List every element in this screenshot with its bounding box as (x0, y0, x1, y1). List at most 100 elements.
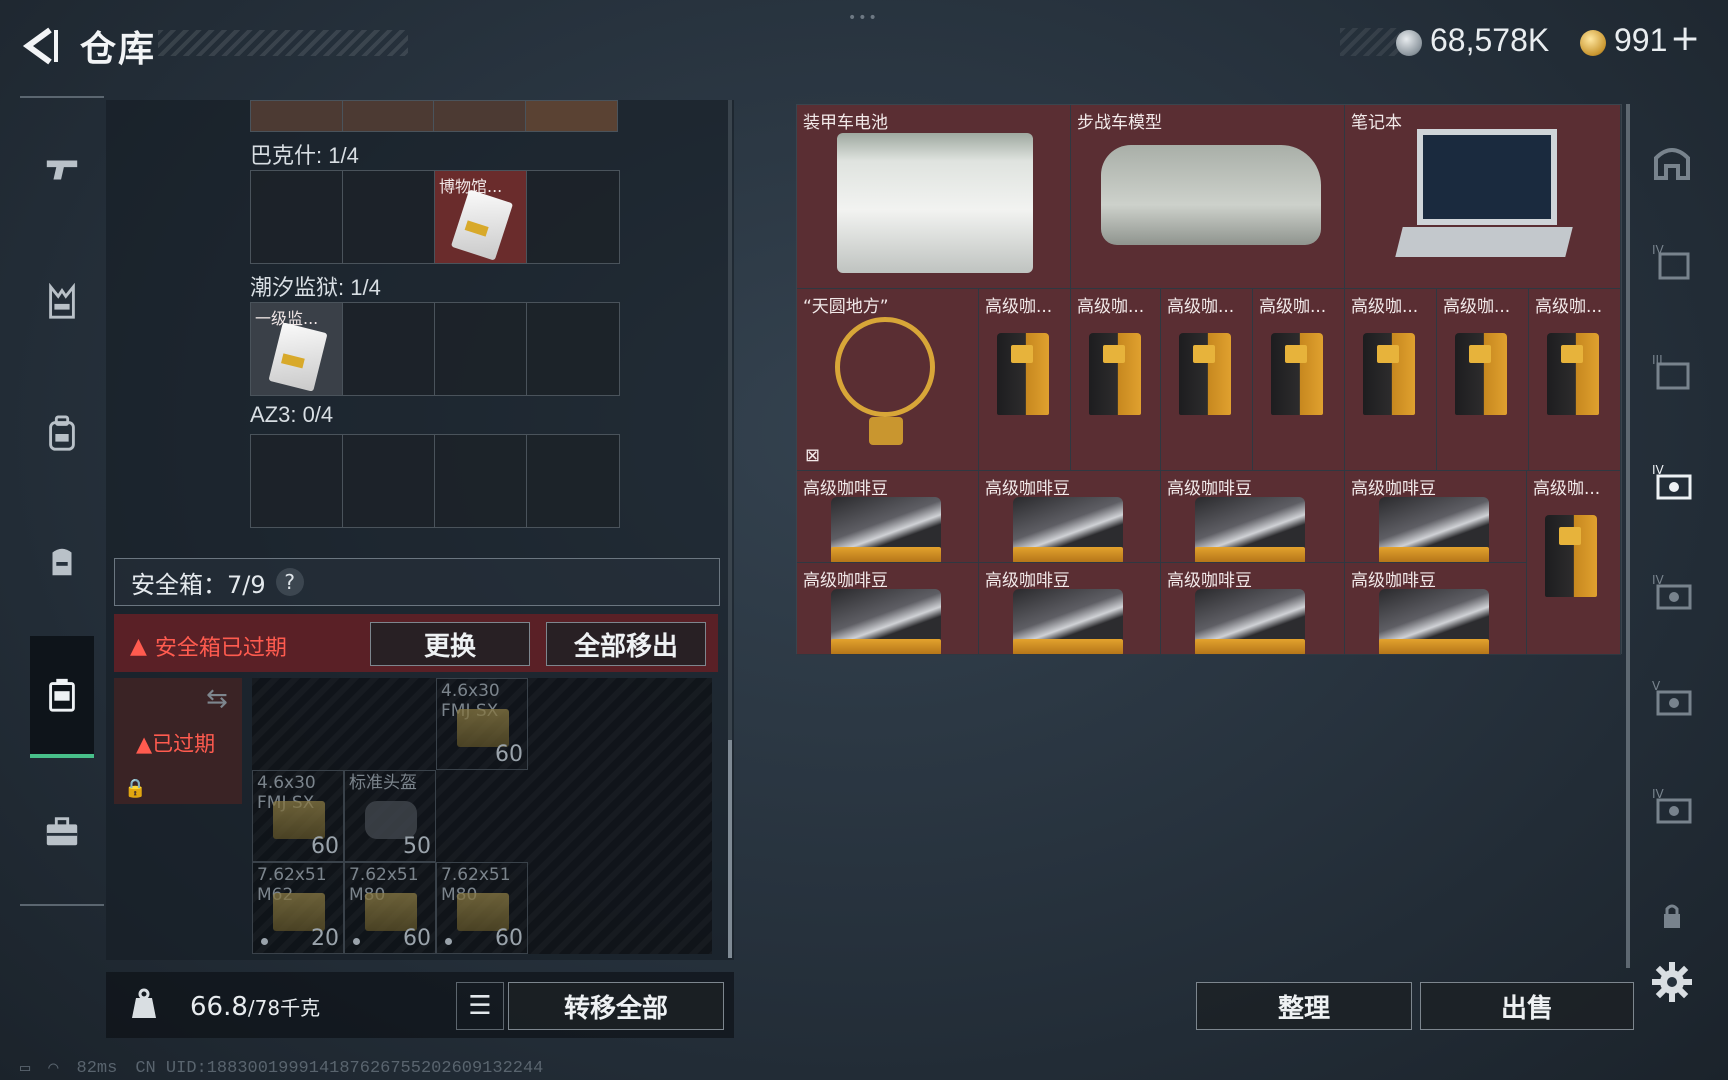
stash-item-coffee[interactable]: 高级咖... (1071, 289, 1161, 471)
item-label: 高级咖啡豆 (985, 571, 1070, 591)
stash-page-icon: IV (1652, 243, 1690, 280)
grid-cell[interactable] (251, 435, 343, 527)
partial-grid (250, 100, 618, 132)
page-title: 仓库 (80, 29, 157, 70)
status-bar: ▭ ◠ 82ms CN UID:188300199914187626755202… (20, 1058, 543, 1079)
museum-card-item[interactable]: 博物馆... (435, 171, 527, 263)
stash-item-battery[interactable]: 装甲车电池 (797, 105, 1071, 289)
grid-cell[interactable] (251, 171, 343, 263)
grid-cell[interactable] (527, 303, 619, 395)
grid-cell[interactable] (251, 101, 343, 131)
coffee-pack-icon (1379, 589, 1489, 654)
item-label: 笔记本 (1351, 113, 1402, 133)
grid-cell[interactable] (343, 303, 435, 395)
grid-cell[interactable] (435, 303, 527, 395)
grid-cell[interactable] (527, 435, 619, 527)
settings-button[interactable] (1650, 960, 1694, 1004)
collection-label: 潮汐监狱: 1/4 (250, 275, 381, 300)
stash-tab-all[interactable] (1646, 136, 1698, 188)
stash-item-ifv-model[interactable]: 步战车模型 (1071, 105, 1345, 289)
item-label: 高级咖... (1443, 297, 1511, 317)
sell-button[interactable]: 出售 (1420, 982, 1634, 1030)
stash-item-coffee-pack[interactable]: 高级咖啡豆 (1345, 471, 1527, 563)
grid-cell[interactable] (525, 101, 617, 131)
stash-item-coffee[interactable]: 高级咖... (1161, 289, 1253, 471)
currency-decoration (1340, 28, 1400, 56)
replace-button[interactable]: 更换 (370, 622, 530, 666)
ammo-item[interactable]: 4.6x30 FMJ SX 60 (252, 770, 344, 862)
uid-text: CN UID:1883001999141876267552026091322​4… (135, 1059, 544, 1078)
grid-cell[interactable] (527, 171, 619, 263)
collection-label: 巴克什: 1/4 (250, 143, 359, 168)
ammo-item[interactable]: 7.62x51 M62 20 (252, 862, 344, 954)
case-icon (49, 678, 75, 712)
no-insure-icon: ⊠ (805, 445, 821, 466)
nav-weapon[interactable] (30, 138, 94, 202)
stash-scrollbar[interactable] (1626, 104, 1630, 968)
stash-item-coffee-pack[interactable]: 高级咖啡豆 (979, 471, 1161, 563)
stash-item-coffee-pack[interactable]: 高级咖啡豆 (797, 563, 979, 655)
stash-item-coffee[interactable]: 高级咖... (1527, 471, 1621, 655)
nav-armor[interactable] (30, 270, 94, 334)
stash-tab-v[interactable]: V (1646, 672, 1698, 724)
stash-item-globe[interactable]: “天圆地方” ⊠ (797, 289, 979, 471)
ammo-item[interactable]: 7.62x51 M80 60 (436, 862, 528, 954)
item-label: 高级咖... (1167, 297, 1235, 317)
stash-item-coffee[interactable]: 高级咖... (1437, 289, 1529, 471)
stash-item-coffee-pack[interactable]: 高级咖啡豆 (1345, 563, 1527, 655)
stash-item-coffee[interactable]: 高级咖... (979, 289, 1071, 471)
globe-icon (835, 317, 935, 417)
safe-case-grid: 4.6x30 FMJ SX 60 4.6x30 FMJ SX 60 标准头盔 5… (252, 678, 712, 954)
stash-page-icon: III (1652, 353, 1690, 390)
coffee-bag-icon (1455, 333, 1507, 415)
nav-rig[interactable] (30, 530, 94, 594)
helmet-item[interactable]: 标准头盔 50 (344, 770, 436, 862)
add-currency-button[interactable]: + (1670, 18, 1700, 59)
nav-toolbox[interactable] (30, 800, 94, 864)
stash-tab-iv-1[interactable]: IV (1646, 236, 1698, 288)
remove-all-button[interactable]: 全部移出 (546, 622, 706, 666)
stash-item-coffee[interactable]: 高级咖... (1253, 289, 1345, 471)
list-view-button[interactable]: ☰ (456, 982, 504, 1030)
grid-cell[interactable] (434, 101, 526, 131)
silver-amount: 68,578K (1430, 22, 1550, 58)
stash-item-laptop[interactable]: 笔记本 (1345, 105, 1621, 289)
durability-value: 50 (403, 834, 431, 859)
transfer-all-button[interactable]: 转移全部 (508, 982, 724, 1030)
grid-cell[interactable] (435, 435, 527, 527)
item-label: 装甲车电池 (803, 113, 888, 133)
stash-item-coffee-pack[interactable]: 高级咖啡豆 (979, 563, 1161, 655)
stash-grid: 装甲车电池 步战车模型 笔记本 “天圆地方” ⊠ 高级咖... 高级咖... 高… (796, 104, 1622, 655)
back-button[interactable] (20, 24, 64, 68)
prison-card-item[interactable]: 一级监... (251, 303, 343, 395)
nav-backpack[interactable] (30, 402, 94, 466)
stash-item-coffee[interactable]: 高级咖... (1529, 289, 1621, 471)
help-icon[interactable]: ? (275, 568, 304, 596)
ammo-item[interactable]: 7.62x51 M80 60 (344, 862, 436, 954)
stash-item-coffee-pack[interactable]: 高级咖啡豆 (797, 471, 979, 563)
scrollbar[interactable] (728, 740, 732, 958)
nav-secure-case[interactable] (30, 636, 94, 758)
card-icon (450, 189, 514, 261)
stash-tab-iii[interactable]: III (1646, 346, 1698, 398)
ammo-item[interactable]: 4.6x30 FMJ SX 60 (436, 678, 528, 770)
stash-tab-iv-3[interactable]: IV (1646, 566, 1698, 618)
gold-amount: 991 (1614, 22, 1668, 58)
organize-button[interactable]: 整理 (1196, 982, 1412, 1030)
item-label: 高级咖... (985, 297, 1053, 317)
case-expired-label: ▲已过期 (136, 732, 216, 756)
stash-item-coffee[interactable]: 高级咖... (1345, 289, 1437, 471)
grid-cell[interactable] (343, 435, 435, 527)
coffee-pack-icon (1195, 497, 1305, 562)
coffee-pack-icon (1379, 497, 1489, 562)
backpack-icon (49, 415, 75, 451)
stash-item-coffee-pack[interactable]: 高级咖啡豆 (1161, 471, 1345, 563)
stash-item-coffee-pack[interactable]: 高级咖啡豆 (1161, 563, 1345, 655)
collection-label: AZ3: 0/4 (250, 402, 334, 427)
grid-cell[interactable] (342, 101, 434, 131)
item-label: 高级咖啡豆 (1351, 571, 1436, 591)
stash-tab-iv-4[interactable]: IV (1646, 780, 1698, 832)
swap-icon[interactable]: ⇆ (206, 684, 228, 714)
grid-cell[interactable] (343, 171, 435, 263)
stash-tab-iv-2[interactable]: IV (1646, 456, 1698, 508)
